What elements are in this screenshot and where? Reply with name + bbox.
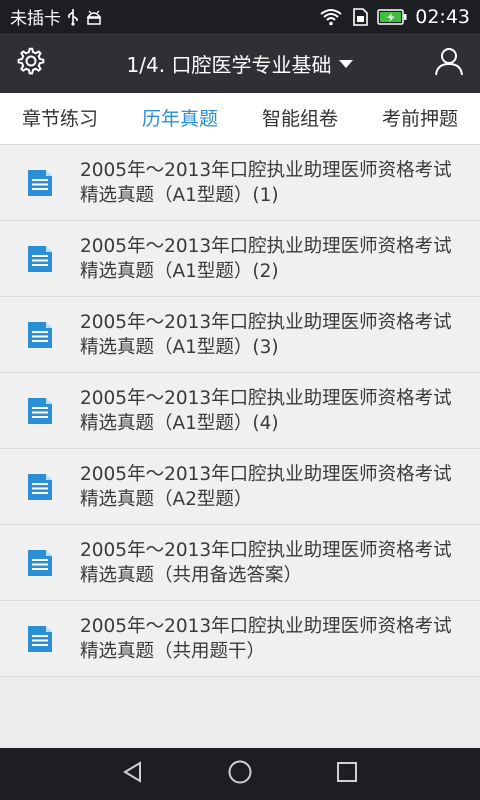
document-icon (0, 244, 80, 274)
page-title: 1/4. 口腔医学专业基础 (126, 52, 332, 77)
home-button[interactable] (220, 754, 260, 794)
user-button[interactable] (418, 33, 480, 93)
tab-chapter-practice[interactable]: 章节练习 (0, 93, 120, 145)
document-icon (0, 396, 80, 426)
back-button[interactable] (113, 754, 153, 794)
app-header: 1/4. 口腔医学专业基础 (0, 33, 480, 93)
back-triangle-icon (121, 760, 145, 788)
clock-text: 02:43 (415, 5, 470, 28)
list-item[interactable]: 2005年～2013年口腔执业助理医师资格考试精选真题（A2型题） (0, 449, 480, 525)
android-debug-icon (85, 9, 103, 25)
wifi-icon (319, 8, 343, 26)
list-item[interactable]: 2005年～2013年口腔执业助理医师资格考试精选真题（共用备选答案） (0, 525, 480, 601)
recents-square-icon (336, 761, 358, 787)
battery-charging-icon (377, 8, 407, 25)
carrier-text: 未插卡 (10, 9, 61, 29)
status-left: 未插卡 (10, 4, 103, 29)
subject-selector[interactable]: 1/4. 口腔医学专业基础 (62, 49, 418, 78)
list-item[interactable]: 2005年～2013年口腔执业助理医师资格考试精选真题（A1型题）(2) (0, 221, 480, 297)
tab-past-exams[interactable]: 历年真题 (120, 93, 240, 145)
document-icon (0, 472, 80, 502)
list-item[interactable]: 2005年～2013年口腔执业助理医师资格考试精选真题（A1型题）(4) (0, 373, 480, 449)
tab-pre-exam-predictions[interactable]: 考前押题 (360, 93, 480, 145)
tab-bar: 章节练习 历年真题 智能组卷 考前押题 (0, 93, 480, 145)
list-item-title: 2005年～2013年口腔执业助理医师资格考试精选真题（共用备选答案） (80, 539, 452, 586)
chevron-down-icon (339, 60, 354, 68)
document-icon (0, 320, 80, 350)
exam-list: 2005年～2013年口腔执业助理医师资格考试精选真题（A1型题）(1) 200… (0, 145, 480, 677)
recents-button[interactable] (327, 754, 367, 794)
settings-button[interactable] (0, 33, 62, 93)
status-right: 02:43 (319, 6, 470, 28)
nav-bar (0, 748, 480, 800)
list-item-title: 2005年～2013年口腔执业助理医师资格考试精选真题（A2型题） (80, 463, 452, 510)
list-item[interactable]: 2005年～2013年口腔执业助理医师资格考试精选真题（共用题干） (0, 601, 480, 677)
list-item[interactable]: 2005年～2013年口腔执业助理医师资格考试精选真题（A1型题）(3) (0, 297, 480, 373)
list-item-title: 2005年～2013年口腔执业助理医师资格考试精选真题（A1型题）(1) (80, 159, 452, 206)
list-item-title: 2005年～2013年口腔执业助理医师资格考试精选真题（A1型题）(4) (80, 387, 452, 434)
list-item[interactable]: 2005年～2013年口腔执业助理医师资格考试精选真题（A1型题）(1) (0, 145, 480, 221)
home-circle-icon (227, 759, 253, 789)
list-item-title: 2005年～2013年口腔执业助理医师资格考试精选真题（共用题干） (80, 615, 452, 662)
list-item-title: 2005年～2013年口腔执业助理医师资格考试精选真题（A1型题）(3) (80, 311, 452, 358)
gear-icon (16, 46, 46, 80)
document-icon (0, 548, 80, 578)
document-icon (0, 168, 80, 198)
tab-smart-quiz[interactable]: 智能组卷 (240, 93, 360, 145)
usb-icon (67, 8, 79, 26)
document-icon (0, 624, 80, 654)
list-item-title: 2005年～2013年口腔执业助理医师资格考试精选真题（A1型题）(2) (80, 235, 452, 282)
sim-icon (351, 7, 369, 27)
status-bar: 未插卡 02:43 (0, 0, 480, 33)
user-icon (433, 45, 465, 81)
